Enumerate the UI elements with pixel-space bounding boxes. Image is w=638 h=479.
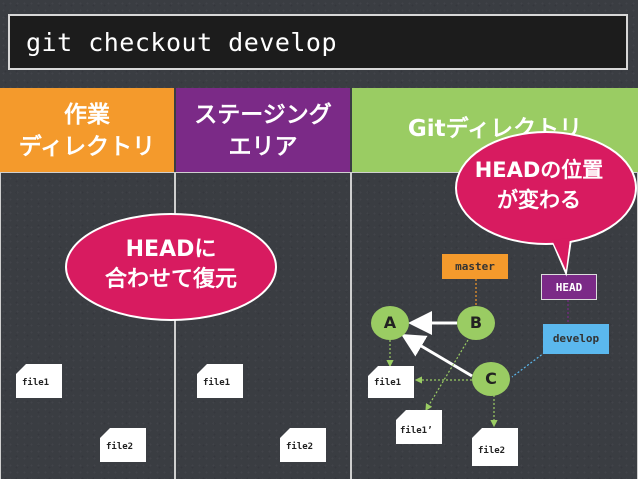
work-file2-label: file2 bbox=[106, 442, 134, 452]
restore-callout: HEADに 合わせて復元 bbox=[64, 212, 278, 322]
edge-c-to-a bbox=[400, 333, 473, 378]
stage-file1: file1 bbox=[197, 364, 243, 398]
git-file2-label: file2 bbox=[478, 446, 506, 456]
head-moves-callout: HEADの位置 が変わる bbox=[448, 128, 638, 284]
stage-file2-label: file2 bbox=[286, 442, 314, 452]
stage-file1-label: file1 bbox=[203, 378, 231, 388]
work-file2: file2 bbox=[100, 428, 146, 462]
git-file1: file1 bbox=[368, 366, 414, 398]
commit-node-b: B bbox=[457, 306, 495, 340]
head-moves-callout-line2: が変わる bbox=[497, 188, 581, 212]
edge-b-to-file1-prime bbox=[425, 339, 469, 412]
git-file1-prime: file1’ bbox=[396, 410, 442, 444]
restore-callout-line2: 合わせて復元 bbox=[104, 267, 237, 292]
stage-file2: file2 bbox=[280, 428, 326, 462]
work-file1: file1 bbox=[16, 364, 62, 398]
commit-node-a: A bbox=[371, 306, 409, 340]
git-file1-prime-label: file1’ bbox=[400, 426, 433, 436]
commit-node-c: C bbox=[472, 362, 510, 396]
git-file2: file2 bbox=[472, 428, 518, 466]
head-moves-callout-line1: HEADの位置 bbox=[474, 158, 604, 182]
git-file1-label: file1 bbox=[374, 378, 402, 388]
restore-callout-line1: HEADに bbox=[125, 237, 217, 262]
edge-develop-to-c bbox=[511, 349, 549, 378]
work-file1-label: file1 bbox=[22, 378, 50, 388]
branch-develop-tag: develop bbox=[543, 324, 609, 354]
